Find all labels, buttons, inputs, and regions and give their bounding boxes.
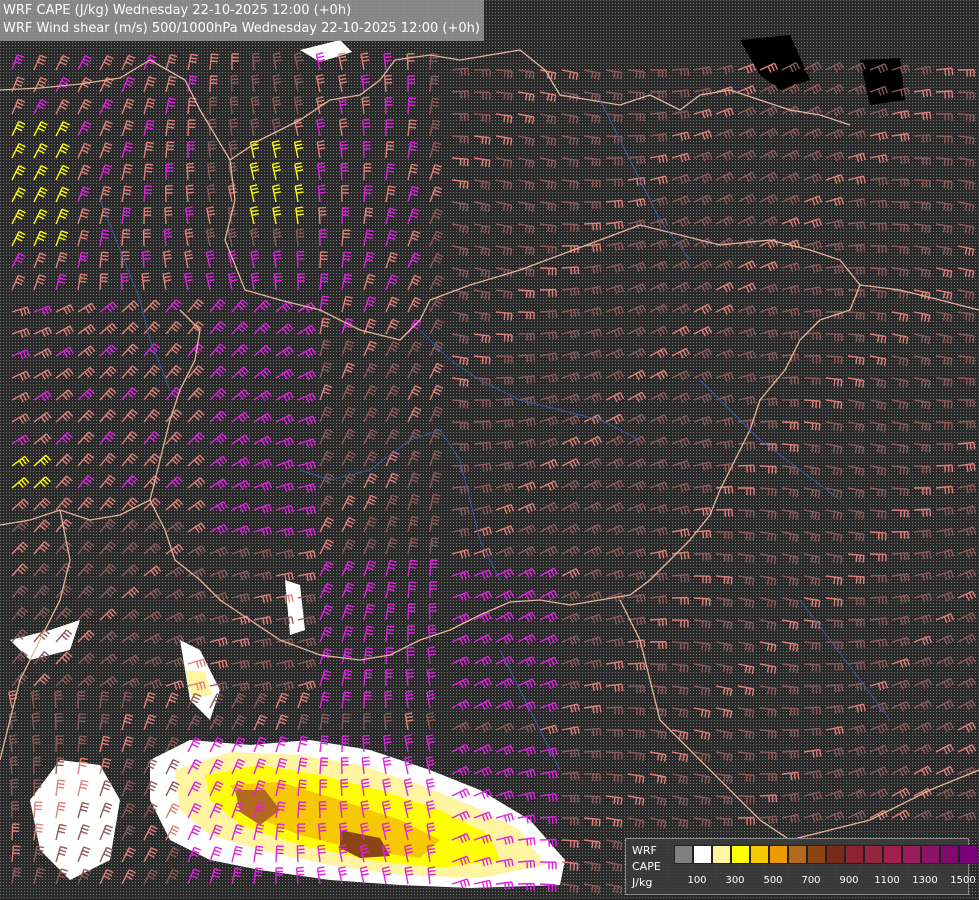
map-title-box: WRF CAPE (J/kg) Wednesday 22-10-2025 12:… — [0, 0, 484, 41]
cape-legend: WRF CAPE J/kg 100 300 500 700 900 1100 1300 150… — [625, 838, 978, 895]
legend-swatch — [940, 845, 959, 864]
legend-label-wrf: WRF — [632, 844, 657, 857]
weather-map — [0, 0, 979, 900]
legend-swatch — [959, 845, 978, 864]
legend-tick: 500 — [763, 875, 783, 886]
legend-tick: 700 — [801, 875, 821, 886]
legend-tick-labels: 100 300 500 700 900 1100 1300 1500 — [674, 875, 975, 889]
legend-swatch — [769, 845, 788, 864]
legend-tick: 1300 — [912, 875, 938, 886]
legend-label-unit: J/kg — [632, 876, 653, 889]
legend-tick: 900 — [839, 875, 859, 886]
legend-tick: 300 — [725, 875, 745, 886]
legend-label-cape: CAPE — [632, 860, 661, 873]
legend-swatch — [902, 845, 921, 864]
legend-swatch — [921, 845, 940, 864]
map-background — [0, 0, 979, 900]
legend-swatch — [693, 845, 712, 864]
legend-swatch — [845, 845, 864, 864]
legend-color-scale — [674, 845, 978, 864]
legend-tick: 1500 — [950, 875, 976, 886]
legend-swatch — [731, 845, 750, 864]
legend-swatch — [674, 845, 693, 864]
legend-swatch — [750, 845, 769, 864]
legend-tick: 100 — [687, 875, 707, 886]
legend-swatch — [712, 845, 731, 864]
legend-swatch — [883, 845, 902, 864]
wind-shear-title: WRF Wind shear (m/s) 500/1000hPa Wednesd… — [3, 21, 480, 36]
legend-swatch — [807, 845, 826, 864]
legend-swatch — [864, 845, 883, 864]
legend-swatch — [826, 845, 845, 864]
legend-swatch — [788, 845, 807, 864]
cape-title: WRF CAPE (J/kg) Wednesday 22-10-2025 12:… — [3, 3, 352, 18]
legend-tick: 1100 — [874, 875, 900, 886]
